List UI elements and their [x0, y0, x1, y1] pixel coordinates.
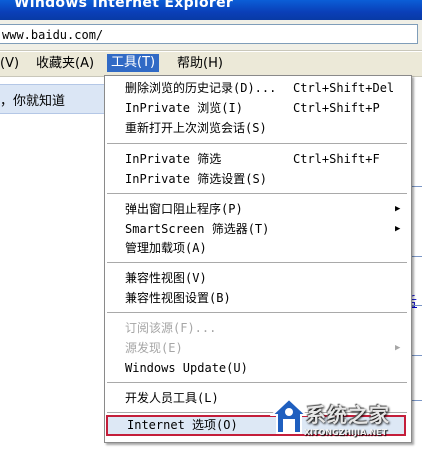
menu-separator	[107, 143, 407, 144]
menu-delete-history[interactable]: 删除浏览的历史记录(D)... Ctrl+Shift+Del	[105, 78, 411, 99]
watermark-text: 系统之家	[306, 403, 390, 427]
search-banner-text: ，你就知道	[0, 94, 66, 109]
menu-separator	[107, 312, 407, 313]
menu-subscribe-feed: 订阅该源(F)...	[125, 321, 217, 335]
menu-help[interactable]: 帮助(H)	[177, 56, 223, 72]
menu-inprivate-filter[interactable]: InPrivate 筛选 Ctrl+Shift+F	[105, 149, 411, 170]
house-logo-icon	[270, 397, 308, 434]
menu-reopen-session[interactable]: 重新打开上次浏览会话(S)	[105, 118, 411, 139]
menu-inprivate-browsing[interactable]: InPrivate 浏览(I) Ctrl+Shift+P	[105, 98, 411, 119]
submenu-arrow-icon: ▶	[395, 224, 401, 234]
menu-popup-blocker[interactable]: 弹出窗口阻止程序(P) ▶	[105, 199, 411, 220]
watermark: 系统之家 XITONGZHIJIA.NET	[268, 395, 422, 447]
menu-feed-discovery: 源发现(E) ▶	[105, 338, 411, 359]
window-title: Windows Internet Explorer	[14, 0, 234, 11]
menu-windows-update[interactable]: Windows Update(U)	[105, 358, 411, 379]
tools-dropdown-menu: 删除浏览的历史记录(D)... Ctrl+Shift+Del InPrivate…	[104, 75, 412, 443]
menu-tools[interactable]: 工具(T)	[107, 54, 160, 72]
menu-separator	[107, 193, 407, 194]
menu-separator	[107, 262, 407, 263]
menu-compatibility-view[interactable]: 兼容性视图(V)	[105, 268, 411, 289]
address-bar: www.baidu.com/	[0, 20, 422, 51]
menu-compatibility-view-settings[interactable]: 兼容性视图设置(B)	[105, 288, 411, 309]
menu-inprivate-filter-settings[interactable]: InPrivate 筛选设置(S)	[105, 169, 411, 190]
search-banner: ，你就知道	[0, 84, 110, 114]
menu-smartscreen-filter[interactable]: SmartScreen 筛选器(T) ▶	[105, 219, 411, 240]
menu-separator	[107, 382, 407, 383]
submenu-arrow-icon: ▶	[395, 204, 401, 214]
menu-manage-addons[interactable]: 管理加载项(A)	[105, 238, 411, 259]
submenu-arrow-icon: ▶	[395, 343, 401, 353]
watermark-subtext: XITONGZHIJIA.NET	[304, 428, 388, 437]
address-input[interactable]: www.baidu.com/	[0, 24, 418, 44]
menu-view[interactable]: (V)	[0, 56, 19, 72]
window-titlebar: Windows Internet Explorer	[0, 0, 422, 20]
menu-favorites[interactable]: 收藏夹(A)	[36, 56, 94, 72]
menu-bar: (V) 收藏夹(A) 工具(T) 帮助(H)	[0, 52, 422, 77]
